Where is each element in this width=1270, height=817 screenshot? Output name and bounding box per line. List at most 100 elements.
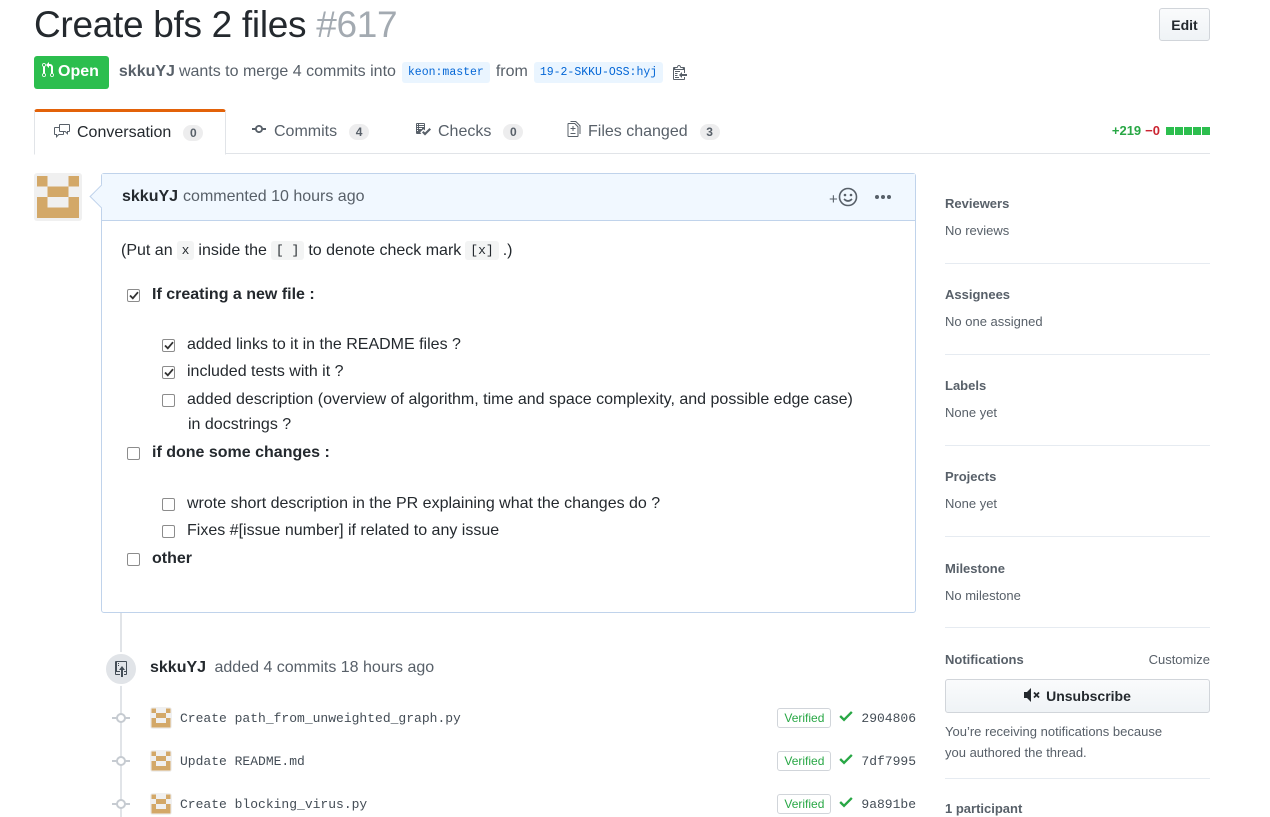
tab-conversation-count: 0 bbox=[183, 125, 204, 141]
pr-number: #617 bbox=[316, 4, 398, 45]
from-text: from bbox=[495, 63, 528, 80]
task-item: If creating a new file : bbox=[127, 286, 315, 304]
commit-message[interactable]: Create blocking_virus.py bbox=[180, 797, 367, 812]
sidebar-assignees[interactable]: Assignees No one assigned bbox=[945, 287, 1210, 355]
intro-code-1: x bbox=[176, 241, 195, 260]
merge-text: wants to merge 4 commits into bbox=[178, 63, 396, 80]
author-avatar[interactable] bbox=[34, 173, 82, 221]
clippy-icon[interactable] bbox=[673, 64, 688, 80]
task-checkbox[interactable] bbox=[127, 552, 140, 566]
tab-commits[interactable]: Commits 4 bbox=[250, 109, 370, 154]
labels-heading[interactable]: Labels bbox=[945, 378, 1210, 393]
pr-description-comment: skkuYJ commented 10 hours ago + (Put an … bbox=[101, 173, 916, 613]
notifications-note-line: You’re receiving notifications because bbox=[945, 724, 1163, 739]
tab-conversation[interactable]: Conversation 0 bbox=[34, 109, 226, 155]
commit-sha[interactable]: 7df7995 bbox=[861, 754, 916, 769]
commit-avatar[interactable] bbox=[150, 793, 172, 815]
task-item: wrote short description in the PR explai… bbox=[162, 495, 660, 513]
projects-heading[interactable]: Projects bbox=[945, 469, 1210, 484]
comment-header: skkuYJ commented 10 hours ago + bbox=[102, 174, 915, 221]
repo-push-icon bbox=[104, 652, 138, 686]
checklist-icon bbox=[414, 121, 432, 142]
verified-badge[interactable]: Verified bbox=[777, 708, 832, 728]
check-icon bbox=[839, 795, 854, 813]
labels-value: None yet bbox=[945, 405, 998, 420]
tab-files-changed-label: Files changed bbox=[588, 122, 688, 140]
kebab-horizontal-icon[interactable] bbox=[874, 184, 892, 205]
comment-time[interactable]: 10 hours ago bbox=[271, 188, 364, 206]
projects-value: None yet bbox=[945, 496, 998, 511]
verified-badge[interactable]: Verified bbox=[777, 751, 832, 771]
task-checkbox[interactable] bbox=[162, 365, 175, 379]
task-checkbox[interactable] bbox=[127, 288, 140, 302]
reviewers-heading[interactable]: Reviewers bbox=[945, 196, 1210, 211]
comment-intro: (Put an x inside the [ ] to denote check… bbox=[121, 241, 512, 260]
git-commit-icon bbox=[112, 713, 130, 723]
assignees-heading[interactable]: Assignees bbox=[945, 287, 1210, 302]
head-branch[interactable]: 19-2-SKKU-OSS:hyj bbox=[533, 61, 664, 83]
task-checkbox[interactable] bbox=[162, 338, 175, 352]
task-label: added description (overview of algorithm… bbox=[187, 391, 853, 408]
pr-meta: Open skkuYJ wants to merge 4 commits int… bbox=[34, 55, 688, 89]
commit-sha[interactable]: 9a891be bbox=[861, 797, 916, 812]
push-event: skkuYJ added 4 commits 18 hours ago bbox=[150, 659, 434, 677]
diffstat-blocks bbox=[1166, 126, 1210, 135]
comment-action: commented bbox=[183, 188, 267, 205]
sidebar-participants: 1 participant bbox=[945, 801, 1210, 817]
task-label: If creating a new file : bbox=[152, 286, 315, 303]
tab-checks[interactable]: Checks 0 bbox=[414, 109, 524, 154]
task-checkbox[interactable] bbox=[162, 497, 175, 511]
commit-row: Create blocking_virus.py Verified 9a891b… bbox=[112, 792, 916, 816]
commit-avatar[interactable] bbox=[150, 750, 172, 772]
git-commit-icon bbox=[250, 121, 268, 142]
comment-author[interactable]: skkuYJ bbox=[122, 188, 178, 206]
commit-avatar[interactable] bbox=[150, 707, 172, 729]
base-branch[interactable]: keon:master bbox=[401, 61, 490, 83]
pr-title: Create bfs 2 files #617 bbox=[34, 4, 398, 46]
diffstat-additions: +219 bbox=[1111, 123, 1142, 138]
tab-files-changed-count: 3 bbox=[699, 123, 720, 140]
task-item: if done some changes : bbox=[127, 444, 330, 462]
task-checkbox[interactable] bbox=[162, 393, 175, 407]
reviewers-value: No reviews bbox=[945, 223, 1010, 238]
task-checkbox[interactable] bbox=[127, 446, 140, 460]
milestone-heading[interactable]: Milestone bbox=[945, 561, 1210, 576]
commit-sha[interactable]: 2904806 bbox=[861, 711, 916, 726]
sidebar-milestone[interactable]: Milestone No milestone bbox=[945, 561, 1210, 628]
pr-tabs: Conversation 0 Commits 4 Checks 0 Files … bbox=[34, 109, 1210, 155]
state-label: Open bbox=[58, 63, 99, 80]
verified-badge[interactable]: Verified bbox=[777, 794, 832, 814]
task-item: added links to it in the README files ? bbox=[162, 336, 461, 354]
task-label: Fixes #[issue number] if related to any … bbox=[187, 522, 500, 539]
pr-author-link[interactable]: skkuYJ bbox=[119, 63, 175, 81]
add-reaction-button[interactable]: + bbox=[829, 187, 858, 211]
tab-files-changed[interactable]: Files changed 3 bbox=[566, 109, 720, 154]
task-label: other bbox=[152, 550, 192, 567]
task-checkbox[interactable] bbox=[162, 524, 175, 538]
task-item-continuation: in docstrings ? bbox=[188, 416, 291, 434]
check-icon bbox=[839, 709, 854, 727]
edit-button[interactable]: Edit bbox=[1159, 8, 1210, 41]
push-text: added 4 commits 18 hours ago bbox=[214, 659, 435, 676]
commit-row: Update README.md Verified 7df7995 bbox=[112, 749, 916, 773]
intro-text-4: .) bbox=[502, 241, 513, 259]
git-commit-icon bbox=[112, 799, 130, 809]
diffstat: +219 −0 bbox=[1112, 123, 1210, 138]
participants-heading: 1 participant bbox=[945, 801, 1023, 816]
intro-text-1: (Put an bbox=[121, 241, 173, 259]
sidebar-reviewers[interactable]: Reviewers No reviews bbox=[945, 196, 1210, 264]
sidebar-labels[interactable]: Labels None yet bbox=[945, 378, 1210, 446]
task-item: Fixes #[issue number] if related to any … bbox=[162, 522, 499, 540]
sidebar-projects[interactable]: Projects None yet bbox=[945, 469, 1210, 537]
tab-conversation-label: Conversation bbox=[77, 124, 172, 141]
milestone-value: No milestone bbox=[945, 588, 1021, 603]
customize-link[interactable]: Customize bbox=[1149, 652, 1210, 667]
tab-checks-label: Checks bbox=[438, 122, 492, 140]
git-commit-icon bbox=[112, 756, 130, 766]
commit-row: Create path_from_unweighted_graph.py Ver… bbox=[112, 706, 916, 730]
intro-code-2: [ ] bbox=[270, 241, 305, 260]
commit-message[interactable]: Create path_from_unweighted_graph.py bbox=[180, 711, 461, 726]
commit-message[interactable]: Update README.md bbox=[180, 754, 305, 769]
unsubscribe-button[interactable]: Unsubscribe bbox=[945, 679, 1210, 713]
push-author[interactable]: skkuYJ bbox=[150, 659, 206, 676]
